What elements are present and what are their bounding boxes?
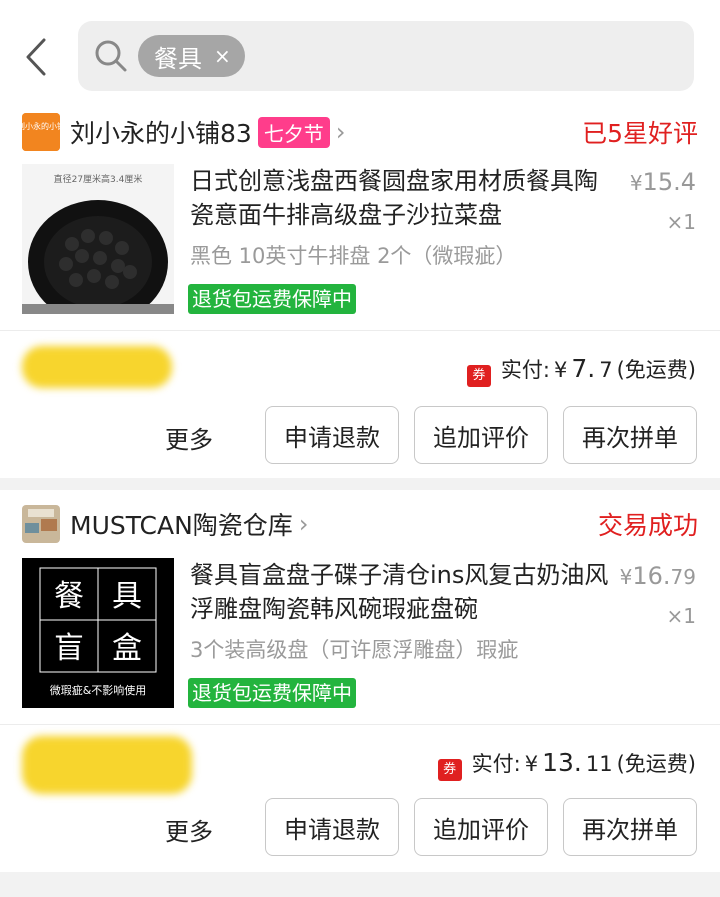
thumb-char-3: 盲 bbox=[54, 631, 84, 666]
request-refund-button[interactable]: 申请退款 bbox=[265, 406, 399, 464]
order-separator bbox=[0, 478, 720, 490]
paid-dec: 11 bbox=[585, 752, 613, 776]
more-button[interactable]: 更多 bbox=[165, 420, 213, 455]
search-keyword-chip[interactable]: 餐具 × bbox=[138, 35, 245, 77]
clear-keyword-icon[interactable]: × bbox=[214, 46, 231, 66]
divider bbox=[0, 724, 720, 725]
add-review-button[interactable]: 追加评价 bbox=[414, 406, 548, 464]
paid-symbol: ¥ bbox=[524, 752, 539, 776]
reorder-button[interactable]: 再次拼单 bbox=[563, 798, 697, 856]
product-thumbnail[interactable]: 餐 具 盲 盒 微瑕疵&不影响使用 bbox=[22, 558, 174, 708]
shop-name: MUSTCAN陶瓷仓库 bbox=[70, 511, 293, 540]
paid-symbol: ¥ bbox=[554, 358, 568, 382]
unit-price: ¥16.79 bbox=[620, 562, 696, 590]
product-spec: 黑色 10英寸牛排盘 2个（微瑕疵） bbox=[190, 244, 517, 268]
product-thumbnail[interactable]: 直径27厘米高3.4厘米 bbox=[22, 164, 174, 314]
thumb-char-2: 具 bbox=[112, 579, 142, 614]
shop-logo: 刘小永的小铺 bbox=[22, 113, 60, 151]
product-title[interactable]: 日式创意浅盘西餐圆盘家用材质餐具陶瓷意面牛排高级盘子沙拉菜盘 bbox=[190, 164, 620, 232]
paid-amount: 券 实付: ¥13. 11 (免运费) bbox=[437, 748, 696, 781]
order-status: 已5星好评 bbox=[582, 119, 698, 148]
product-spec: 3个装高级盘（可许愿浮雕盘）瑕疵 bbox=[190, 638, 519, 662]
thumb-char-4: 盒 bbox=[112, 631, 142, 666]
paid-amount: 券 实付: ¥7. 7 (免运费) bbox=[466, 354, 696, 387]
thumb-caption: 直径27厘米高3.4厘米 bbox=[54, 173, 143, 185]
order-status: 交易成功 bbox=[597, 511, 698, 540]
coupon-icon: 券 bbox=[437, 759, 462, 781]
search-keyword-label: 餐具 bbox=[154, 44, 202, 73]
thumb-caption: 微瑕疵&不影响使用 bbox=[50, 683, 147, 697]
paid-int: 13. bbox=[542, 748, 582, 777]
price-dec: 4 bbox=[680, 168, 696, 196]
quantity: ×1 bbox=[666, 604, 696, 628]
back-chevron-icon[interactable] bbox=[22, 36, 52, 78]
product-title[interactable]: 餐具盲盒盘子碟子清仓ins风复古奶油风浮雕盘陶瓷韩风碗瑕疵盘碗 bbox=[190, 558, 620, 626]
paid-label: 实付: bbox=[471, 752, 521, 776]
shop-logo-text: 刘小永的小铺 bbox=[22, 121, 60, 131]
price-symbol: ¥ bbox=[629, 171, 643, 195]
thumb-char-1: 餐 bbox=[54, 579, 84, 614]
search-icon bbox=[95, 40, 127, 72]
shop-logo bbox=[22, 505, 60, 543]
shop-header[interactable]: MUSTCAN陶瓷仓库 › 交易成功 bbox=[22, 502, 698, 546]
price-symbol: ¥ bbox=[619, 565, 633, 589]
more-button[interactable]: 更多 bbox=[165, 812, 213, 847]
request-refund-button[interactable]: 申请退款 bbox=[265, 798, 399, 856]
search-header: 餐具 × bbox=[0, 0, 720, 108]
chevron-right-icon: › bbox=[335, 118, 346, 146]
paid-label: 实付: bbox=[500, 358, 550, 382]
return-shipping-badge: 退货包运费保障中 bbox=[188, 284, 356, 314]
unit-price: ¥15.4 bbox=[630, 168, 696, 196]
order-card: MUSTCAN陶瓷仓库 › 交易成功 餐 具 盲 盒 微瑕疵&不影响使用 餐具盲… bbox=[0, 500, 720, 870]
price-dec: 79 bbox=[670, 565, 696, 589]
festival-tag: 七夕节 bbox=[257, 116, 330, 148]
reorder-button[interactable]: 再次拼单 bbox=[563, 406, 697, 464]
paid-dec: 7 bbox=[599, 358, 613, 382]
chevron-right-icon: › bbox=[298, 510, 309, 538]
order-card: 刘小永的小铺 刘小永的小铺83 七夕节 › 已5星好评 直径27厘米高3.4厘米… bbox=[0, 108, 720, 478]
return-shipping-badge: 退货包运费保障中 bbox=[188, 678, 356, 708]
price-int: 15. bbox=[642, 168, 681, 196]
add-review-button[interactable]: 追加评价 bbox=[414, 798, 548, 856]
divider bbox=[0, 330, 720, 331]
coupon-icon: 券 bbox=[466, 365, 491, 387]
paid-int: 7. bbox=[571, 354, 596, 383]
shipping-note: (免运费) bbox=[616, 358, 696, 382]
shop-name: 刘小永的小铺83 bbox=[70, 119, 252, 148]
shipping-note: (免运费) bbox=[616, 752, 696, 776]
search-input[interactable]: 餐具 × bbox=[78, 21, 694, 91]
order-separator bbox=[0, 872, 720, 897]
redacted-area bbox=[22, 346, 172, 388]
redacted-area bbox=[22, 736, 192, 794]
quantity: ×1 bbox=[666, 210, 696, 234]
shop-header[interactable]: 刘小永的小铺 刘小永的小铺83 七夕节 › 已5星好评 bbox=[22, 110, 698, 154]
price-int: 16. bbox=[632, 562, 671, 590]
